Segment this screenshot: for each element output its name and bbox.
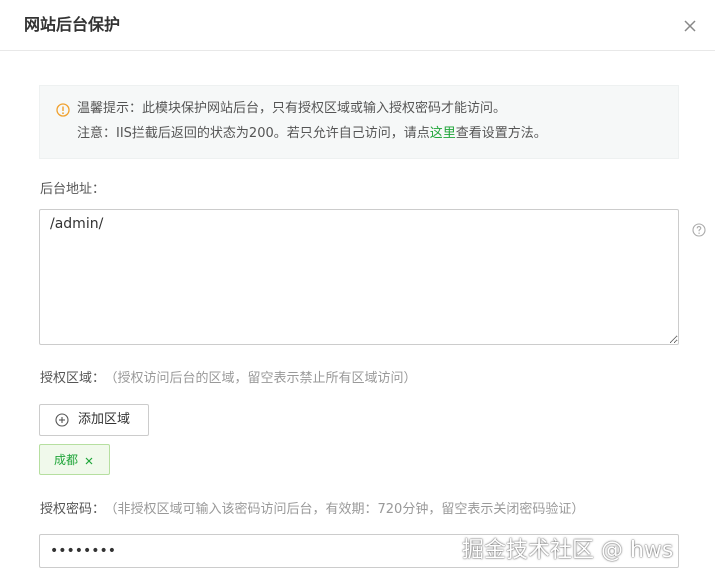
admin-path-label: 后台地址： <box>40 182 106 197</box>
dialog-header: 网站后台保护 <box>0 0 715 51</box>
notice-text-line1: 温馨提示：此模块保护网站后台，只有授权区域或输入授权密码才能访问。 <box>77 101 507 116</box>
add-region-button-label: 添加区域 <box>78 412 131 427</box>
plus-circle-icon <box>55 413 69 427</box>
tag-close-icon[interactable] <box>84 455 94 465</box>
dialog-title: 网站后台保护 <box>24 15 121 34</box>
question-circle-icon[interactable] <box>692 222 706 237</box>
notice-box: 温馨提示：此模块保护网站后台，只有授权区域或输入授权密码才能访问。 注意：IIS… <box>39 85 679 159</box>
region-tag: 成都 <box>39 444 110 475</box>
auth-password-label-text: 授权密码： <box>40 502 106 517</box>
admin-path-textarea[interactable]: /admin/ <box>39 209 679 345</box>
close-icon[interactable] <box>680 16 700 36</box>
notice-line2-before: 注意：IIS拦截后返回的状态为200。若只允许自己访问，请点 <box>77 126 430 141</box>
add-region-button[interactable]: 添加区域 <box>39 404 149 436</box>
auth-region-hint: （授权访问后台的区域，留空表示禁止所有区域访问） <box>111 371 417 386</box>
site-admin-protection-dialog: 网站后台保护 温馨提示：此模块保护网站后台，只有授权区域或输入授权密码才能访问。… <box>0 0 715 585</box>
auth-region-label: 授权区域： （授权访问后台的区域，留空表示禁止所有区域访问） <box>40 369 417 389</box>
auth-password-label: 授权密码： （非授权区域可输入该密码访问后台，有效期：720分钟，留空表示关闭密码… <box>40 500 584 520</box>
notice-text-line2: 注意：IIS拦截后返回的状态为200。若只允许自己访问，请点这里查看设置方法。 <box>77 122 547 146</box>
warning-circle-icon <box>56 102 70 117</box>
notice-line2-after: 查看设置方法。 <box>455 126 547 141</box>
region-tag-label: 成都 <box>54 453 79 467</box>
notice-here-link[interactable]: 这里 <box>430 126 456 141</box>
auth-password-hint: （非授权区域可输入该密码访问后台，有效期：720分钟，留空表示关闭密码验证） <box>111 502 585 517</box>
auth-password-input[interactable] <box>39 534 679 568</box>
auth-region-label-text: 授权区域： <box>40 371 106 386</box>
